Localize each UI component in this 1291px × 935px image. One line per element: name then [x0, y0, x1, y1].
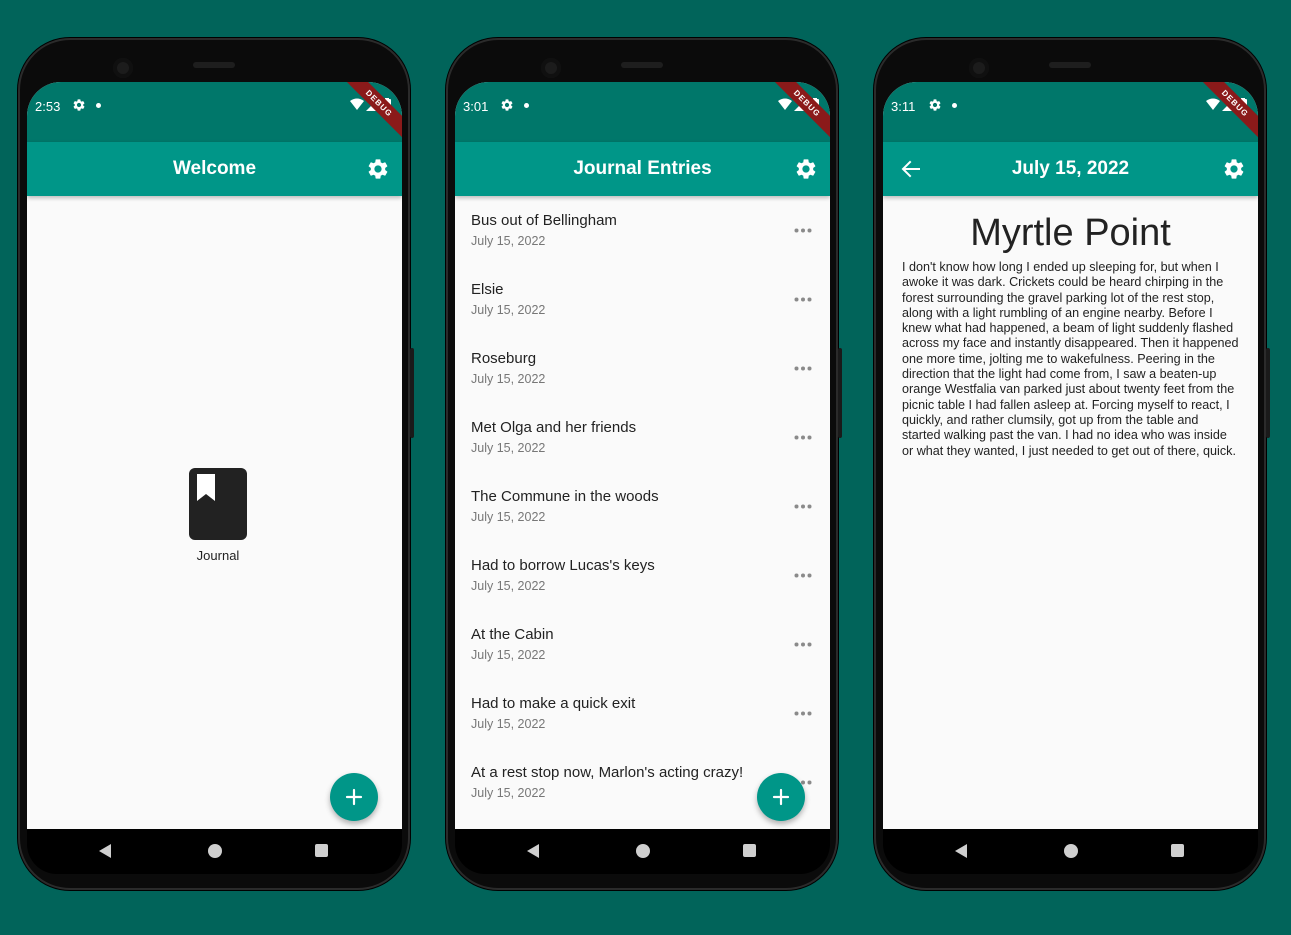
- add-button[interactable]: [330, 773, 378, 821]
- more-options-icon[interactable]: [794, 228, 812, 233]
- earpiece-speaker: [1049, 62, 1091, 68]
- entry-date: July 15, 2022: [471, 510, 546, 524]
- home-content: Journal: [27, 196, 402, 829]
- more-options-icon[interactable]: [794, 366, 812, 371]
- entry-title: Myrtle Point: [970, 212, 1171, 254]
- earpiece-speaker: [193, 62, 235, 68]
- system-nav-bar: [27, 829, 402, 874]
- app-bar: Journal Entries: [455, 142, 830, 196]
- list-item[interactable]: The Commune in the woods July 15, 2022: [455, 472, 830, 541]
- more-options-icon[interactable]: [794, 435, 812, 440]
- phone-welcome: 2:53 DEBUG Welcome Journal: [18, 38, 414, 890]
- more-options-icon[interactable]: [794, 573, 812, 578]
- debug-banner: DEBUG: [339, 82, 402, 144]
- debug-banner: DEBUG: [1195, 82, 1258, 144]
- phone-entry-detail: 3:11 DEBUG July 15, 2022 Myrtle Point I …: [874, 38, 1270, 890]
- entry-body: I don't know how long I ended up sleepin…: [902, 260, 1239, 458]
- entry-title: The Commune in the woods: [471, 488, 659, 505]
- app-bar-title: Welcome: [172, 158, 257, 179]
- app-bar-title: July 15, 2022: [1011, 158, 1130, 179]
- more-options-icon[interactable]: [794, 504, 812, 509]
- app-bar: July 15, 2022: [883, 142, 1258, 196]
- entry-date: July 15, 2022: [471, 648, 546, 662]
- journal-tile[interactable]: Journal: [173, 468, 263, 563]
- screen: 2:53 DEBUG Welcome Journal: [27, 82, 402, 829]
- list-item[interactable]: Roseburg July 15, 2022: [455, 334, 830, 403]
- add-icon: [771, 787, 791, 807]
- status-dot-icon: [524, 103, 529, 108]
- nav-home-icon[interactable]: [636, 844, 650, 858]
- add-icon: [344, 787, 364, 807]
- app-bar: Welcome: [27, 142, 402, 196]
- list-item[interactable]: Had to make a quick exit July 15, 2022: [455, 679, 830, 748]
- list-item[interactable]: Had to borrow Lucas's keys July 15, 2022: [455, 541, 830, 610]
- debug-banner: DEBUG: [767, 82, 830, 144]
- nav-recents-icon[interactable]: [743, 844, 756, 857]
- app-bar-title: Journal Entries: [573, 158, 712, 179]
- system-nav-bar: [883, 829, 1258, 874]
- entry-detail: Myrtle Point I don't know how long I end…: [883, 196, 1258, 829]
- screen: 3:11 DEBUG July 15, 2022 Myrtle Point I …: [883, 82, 1258, 829]
- nav-home-icon[interactable]: [1064, 844, 1078, 858]
- entry-title: Had to borrow Lucas's keys: [471, 557, 655, 574]
- phone-journal-entries: 3:01 DEBUG Journal Entries Bus out of Be…: [446, 38, 842, 890]
- system-nav-bar: [455, 829, 830, 874]
- front-camera: [113, 58, 133, 78]
- entry-title: At the Cabin: [471, 626, 554, 643]
- entry-title: At a rest stop now, Marlon's acting craz…: [471, 764, 744, 781]
- status-settings-icon: [500, 98, 514, 112]
- entry-title: Elsie: [471, 281, 504, 298]
- list-item[interactable]: At the Cabin July 15, 2022: [455, 610, 830, 679]
- earpiece-speaker: [621, 62, 663, 68]
- entry-date: July 15, 2022: [471, 441, 546, 455]
- nav-back-icon[interactable]: [527, 844, 539, 858]
- list-item[interactable]: Bus out of Bellingham July 15, 2022: [455, 196, 830, 265]
- nav-home-icon[interactable]: [208, 844, 222, 858]
- entry-title: Roseburg: [471, 350, 537, 367]
- list-item[interactable]: Elsie July 15, 2022: [455, 265, 830, 334]
- entry-title: Met Olga and her friends: [471, 419, 637, 436]
- more-options-icon[interactable]: [794, 642, 812, 647]
- more-options-icon[interactable]: [794, 711, 812, 716]
- entry-title: Bus out of Bellingham: [471, 212, 617, 229]
- status-settings-icon: [72, 98, 86, 112]
- entries-list: Bus out of Bellingham July 15, 2022 Elsi…: [455, 196, 830, 829]
- nav-back-icon[interactable]: [99, 844, 111, 858]
- status-bar: 3:11 DEBUG: [883, 82, 1258, 144]
- add-entry-button[interactable]: [757, 773, 805, 821]
- nav-back-icon[interactable]: [955, 844, 967, 858]
- entry-date: July 15, 2022: [471, 579, 546, 593]
- status-dot-icon: [96, 103, 101, 108]
- settings-icon[interactable]: [794, 157, 818, 181]
- front-camera: [969, 58, 989, 78]
- entry-date: July 15, 2022: [471, 786, 546, 800]
- entry-date: July 15, 2022: [471, 234, 546, 248]
- entry-date: July 15, 2022: [471, 303, 546, 317]
- status-time: 3:01: [463, 99, 489, 114]
- status-time: 2:53: [35, 99, 61, 114]
- status-bar: 3:01 DEBUG: [455, 82, 830, 144]
- status-time: 3:11: [891, 99, 916, 114]
- list-item[interactable]: Met Olga and her friends July 15, 2022: [455, 403, 830, 472]
- entry-date: July 15, 2022: [471, 372, 546, 386]
- nav-recents-icon[interactable]: [1171, 844, 1184, 857]
- entry-date: July 15, 2022: [471, 717, 546, 731]
- status-bar: 2:53 DEBUG: [27, 82, 402, 144]
- screen: 3:01 DEBUG Journal Entries Bus out of Be…: [455, 82, 830, 829]
- settings-icon[interactable]: [1222, 157, 1246, 181]
- more-options-icon[interactable]: [794, 297, 812, 302]
- front-camera: [541, 58, 561, 78]
- status-settings-icon: [928, 98, 942, 112]
- nav-recents-icon[interactable]: [315, 844, 328, 857]
- entry-title: Had to make a quick exit: [471, 695, 636, 712]
- journal-label: Journal: [196, 548, 240, 563]
- settings-icon[interactable]: [366, 157, 390, 181]
- status-dot-icon: [952, 103, 957, 108]
- book-icon[interactable]: [189, 468, 247, 540]
